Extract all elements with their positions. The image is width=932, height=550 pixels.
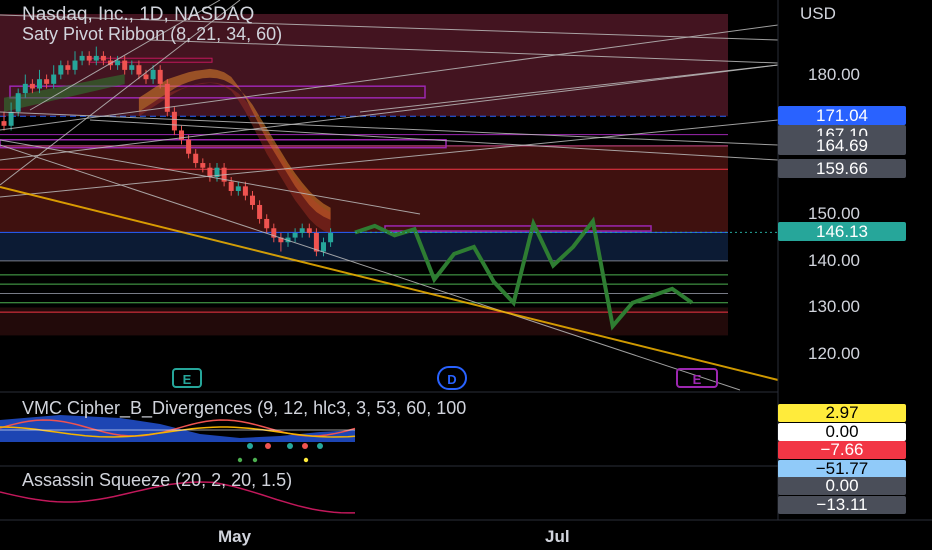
candle: [143, 74, 149, 80]
candle: [292, 232, 298, 238]
candle: [115, 60, 121, 66]
indicator-value-tag[interactable]: −13.11: [778, 495, 906, 514]
candle: [29, 83, 35, 89]
signal-dot: [237, 457, 243, 463]
candle: [72, 60, 78, 70]
candle: [37, 79, 42, 89]
candle: [328, 232, 334, 243]
price-tick-label: 120.00: [808, 344, 860, 364]
candle: [93, 55, 99, 61]
cross-dot: [317, 443, 323, 449]
price-tick-label: 150.00: [808, 204, 860, 224]
signal-dot: [252, 457, 258, 463]
price-tick-label: 130.00: [808, 297, 860, 317]
candle: [193, 153, 199, 164]
signal-dot: [303, 457, 309, 463]
candle: [122, 60, 128, 70]
candle: [79, 55, 85, 61]
candle: [257, 204, 263, 219]
candle: [100, 55, 106, 61]
candle: [235, 186, 241, 191]
candle: [58, 65, 64, 75]
cipher-indicator-title[interactable]: VMC Cipher_B_Divergences (9, 12, hlc3, 3…: [22, 398, 466, 419]
candle: [86, 55, 92, 61]
indicator-value-tag[interactable]: −7.66: [778, 441, 906, 459]
candle: [15, 93, 21, 112]
candle: [264, 218, 270, 229]
symbol-title[interactable]: Nasdaq, Inc., 1D, NASDAQ: [22, 4, 254, 26]
candle: [299, 228, 305, 233]
price-tick-label: 140.00: [808, 250, 860, 270]
time-label-may: May: [218, 527, 252, 546]
time-label-jul: Jul: [545, 527, 570, 546]
candle: [129, 65, 135, 70]
cross-dot: [265, 443, 271, 449]
support-zone: [0, 232, 728, 261]
candle: [150, 69, 156, 80]
candle: [65, 65, 71, 70]
candle: [200, 163, 206, 168]
currency-label[interactable]: USD: [800, 4, 836, 24]
candle: [157, 69, 163, 84]
candle: [306, 228, 312, 233]
price-tag[interactable]: 146.13: [778, 222, 906, 242]
candle: [44, 79, 50, 84]
cross-dot: [287, 443, 293, 449]
price-tag[interactable]: 171.04: [778, 106, 906, 126]
squeeze-indicator-title[interactable]: Assassin Squeeze (20, 2, 20, 1.5): [22, 470, 292, 491]
cross-dot: [247, 443, 253, 449]
dividend-event-icon[interactable]: D: [437, 366, 467, 390]
earnings-event-icon[interactable]: E: [172, 368, 202, 388]
price-tag[interactable]: 159.66: [778, 159, 906, 179]
indicator-title[interactable]: Saty Pivot Ribbon (8, 21, 34, 60): [22, 24, 282, 45]
price-tag[interactable]: 164.69: [778, 135, 906, 155]
chart-stage[interactable]: Nasdaq, Inc., 1D, NASDAQ Saty Pivot Ribb…: [0, 0, 932, 550]
indicator-value-tag[interactable]: 0.00: [778, 422, 906, 441]
candle: [136, 65, 142, 75]
future-earnings-event-icon[interactable]: E: [676, 368, 718, 388]
candle: [242, 186, 248, 196]
candle: [171, 111, 177, 131]
candle: [228, 181, 234, 191]
candle: [1, 121, 7, 126]
indicator-value-tag[interactable]: −51.77: [778, 459, 906, 478]
candle: [321, 242, 326, 252]
candle: [186, 139, 192, 154]
candle: [250, 195, 255, 205]
candle: [8, 111, 14, 126]
indicator-value-tag[interactable]: 2.97: [778, 404, 906, 422]
candle: [22, 83, 28, 94]
price-tick-label: 180.00: [808, 64, 860, 84]
indicator-value-tag[interactable]: 0.00: [778, 477, 906, 495]
candle: [51, 74, 57, 84]
cross-dot: [302, 443, 308, 449]
